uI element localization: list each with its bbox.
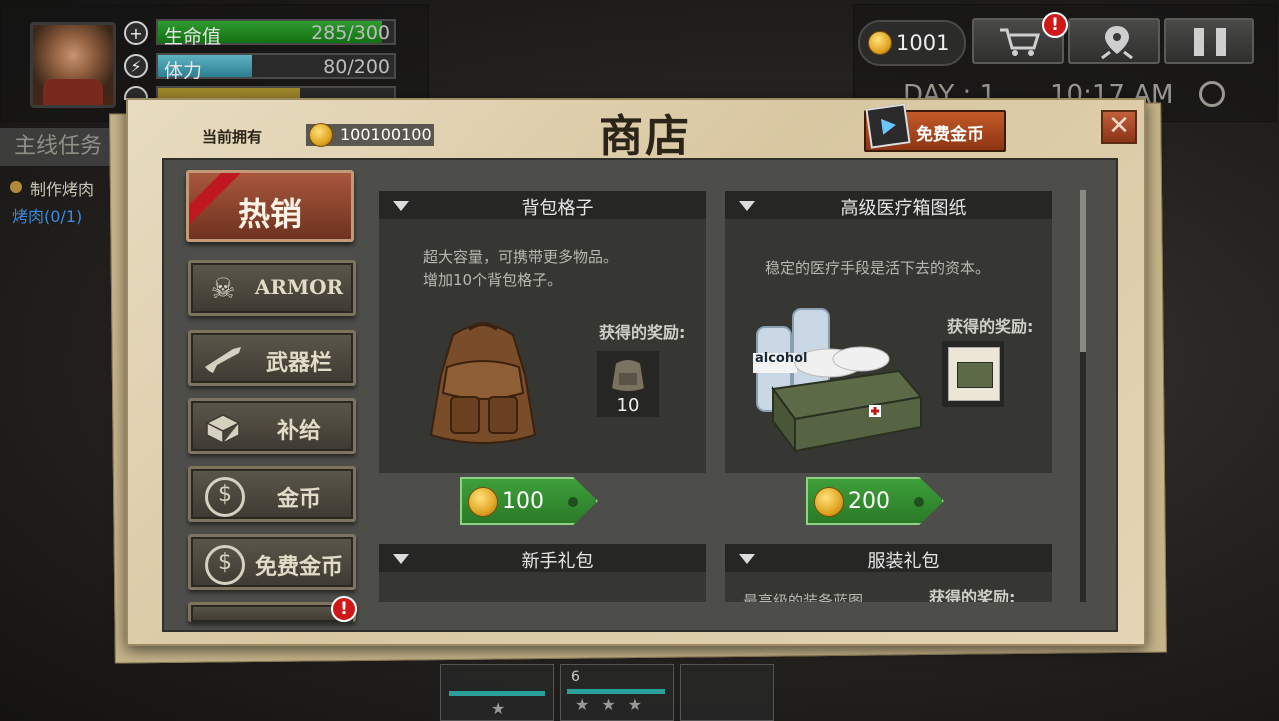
card-description: 稳定的医疗手段是活下去的资本。 [765, 259, 991, 277]
map-button[interactable] [1068, 18, 1160, 64]
tab-label: 热销 [237, 195, 302, 233]
card-description: 最高级的装备蓝图 [743, 592, 864, 602]
card-header[interactable]: 服装礼包 [725, 544, 1052, 572]
tag-hole [568, 497, 578, 507]
star-icon: ★ [491, 699, 506, 718]
reward-label: 获得的奖励: [947, 317, 1034, 336]
health-label: 生命值 [164, 26, 222, 48]
quest-progress: 烤肉(0/1) [12, 207, 83, 226]
cart-alert-badge: ! [1042, 12, 1068, 38]
tab-free-coins[interactable]: $ 免费金币 [188, 534, 356, 590]
quest-item: 制作烤肉 [30, 180, 95, 199]
collapse-arrow-icon[interactable] [739, 554, 755, 564]
tab-hot-sale[interactable]: 热销 [186, 170, 354, 242]
cart-icon [1000, 28, 1041, 56]
backpack-icon [429, 322, 537, 444]
free-coins-label: 免费金币 [916, 125, 984, 145]
shop-item-backpack-slots[interactable]: 背包格子 超大容量，可携带更多物品。 增加10个背包格子。 获得的奖励: 10 [379, 191, 706, 473]
reward-slot [942, 341, 1004, 407]
map-pin-icon [1101, 26, 1133, 60]
lightning-icon: ⚡ [124, 54, 148, 78]
reward-label: 获得的奖励: [599, 323, 686, 342]
collapse-arrow-icon[interactable] [393, 554, 409, 564]
tab-armor[interactable]: ☠ ARMOR [188, 260, 356, 316]
collapse-arrow-icon[interactable] [393, 201, 409, 211]
owned-label: 当前拥有 [202, 128, 263, 146]
dollar-coin-icon: $ [205, 545, 245, 585]
card-header[interactable]: 新手礼包 [379, 544, 706, 572]
health-bar: 生命值 285/300 [156, 19, 396, 48]
hotbar-slot[interactable]: 6 ★★★ [560, 664, 674, 721]
card-header[interactable]: 高级医疗箱图纸 [725, 191, 1052, 219]
stamina-value: 80/200 [323, 56, 390, 78]
buy-backpack-button[interactable]: 100 [460, 477, 598, 525]
quest-bullet-icon [10, 181, 22, 193]
reward-slot: 10 [597, 351, 659, 417]
shop-item-starter-pack[interactable]: 新手礼包 [379, 544, 706, 602]
backpack-icon [609, 358, 647, 393]
card-title: 服装礼包 [867, 551, 940, 572]
bottle-label: alcohol [755, 351, 808, 366]
tab-alert-badge: ! [331, 596, 357, 622]
hotbar-slot[interactable] [680, 664, 774, 721]
blueprint-icon [948, 347, 1000, 401]
shop-title: 商店 [599, 111, 691, 162]
pause-button[interactable] [1164, 18, 1254, 64]
card-title: 高级医疗箱图纸 [840, 198, 967, 219]
scrollbar-thumb[interactable] [1080, 190, 1086, 352]
price-value: 100 [502, 489, 544, 514]
sun-icon [1199, 81, 1225, 107]
pause-icon [1194, 28, 1204, 56]
stamina-label: 体力 [164, 60, 203, 82]
supply-box-icon [203, 409, 243, 445]
tab-label: 金币 [276, 486, 321, 512]
tab-label: 免费金币 [254, 554, 343, 580]
coin-icon [468, 487, 498, 517]
card-header[interactable]: 背包格子 [379, 191, 706, 219]
card-description: 超大容量，可携带更多物品。 增加10个背包格子。 [423, 248, 619, 289]
slot-count: 6 [571, 669, 580, 685]
tab-label: 补给 [276, 418, 321, 444]
gas-mask-icon: ☠ [210, 272, 236, 305]
star-icon: ★★★ [575, 695, 655, 714]
video-clapper-icon [865, 103, 911, 149]
close-button[interactable]: ✕ [1101, 110, 1137, 144]
card-title: 新手礼包 [521, 551, 594, 572]
hotbar-slot[interactable]: ★ [440, 664, 554, 721]
tab-supplies[interactable]: 补给 [188, 398, 356, 454]
tag-hole [914, 497, 924, 507]
reward-count: 10 [616, 395, 640, 416]
collapse-arrow-icon[interactable] [739, 201, 755, 211]
main-quest-title[interactable]: 主线任务 [0, 128, 112, 166]
coin-icon [814, 487, 844, 517]
coin-amount: 1001 [896, 31, 950, 55]
shop-item-medkit-blueprint[interactable]: 高级医疗箱图纸 稳定的医疗手段是活下去的资本。 alcohol 获得的奖励: [725, 191, 1052, 473]
reward-label: 获得的奖励: [929, 588, 1016, 602]
free-coins-video-button[interactable]: 免费金币 [864, 103, 1006, 152]
price-value: 200 [848, 489, 890, 514]
tab-coins[interactable]: $ 金币 [188, 466, 356, 522]
coin-counter: 1001 [858, 20, 966, 66]
tab-weapons[interactable]: 武器栏 [188, 330, 356, 386]
health-value: 285/300 [311, 22, 390, 44]
tab-label: ARMOR [254, 275, 344, 299]
medkit-icon [753, 308, 923, 455]
rifle-icon [203, 341, 243, 377]
buy-medkit-button[interactable]: 200 [806, 477, 944, 525]
card-title: 背包格子 [521, 198, 594, 219]
coin-icon [309, 123, 333, 147]
shop-item-clothing-pack[interactable]: 服装礼包 最高级的装备蓝图 获得的奖励: [725, 544, 1052, 602]
coin-icon [868, 31, 892, 55]
stamina-bar: 体力 80/200 [156, 53, 396, 82]
plus-icon[interactable]: + [124, 21, 148, 45]
tab-label: 武器栏 [265, 350, 332, 376]
dollar-coin-icon: $ [205, 477, 245, 517]
player-avatar[interactable] [30, 22, 116, 108]
